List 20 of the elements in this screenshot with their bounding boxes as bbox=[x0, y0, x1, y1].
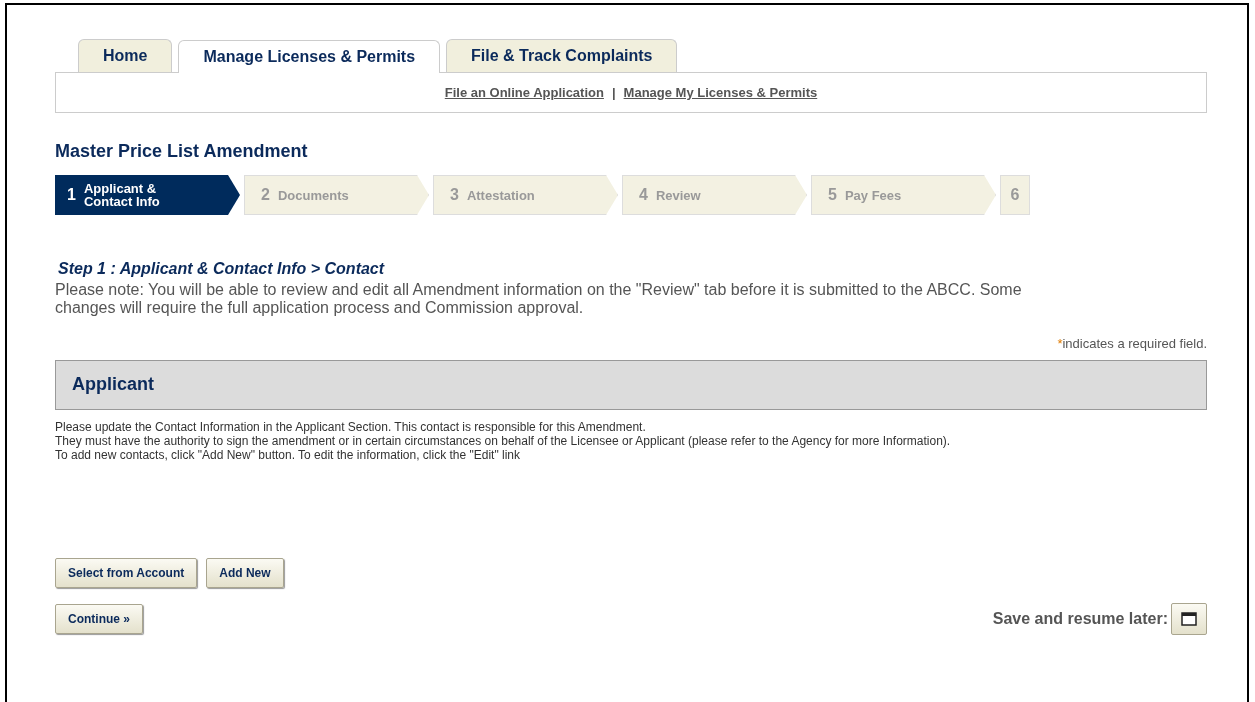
contact-button[interactable]: Add New bbox=[206, 557, 284, 588]
save-label: Save and resume later: bbox=[992, 608, 1168, 629]
note-text: Please note: You will be able to review and edit all Amendment information on the "Review" tab before it is submitted to the ABCC. Some changes will require the full application process and Commission approval. bbox=[55, 281, 1023, 317]
nav-tab[interactable]: File & Track Complaints bbox=[446, 39, 678, 72]
instruction-text: To add new contacts, click "Add New" button. To edit the information, click the "Edit" link bbox=[55, 447, 522, 462]
section-title: Applicant bbox=[72, 373, 154, 396]
continue-button[interactable]: Continue » bbox=[55, 603, 143, 634]
instruction-text: Please update the Contact Information in the Applicant Section. This contact is responsible for this Amendment. bbox=[55, 419, 647, 434]
page-title: Master Price List Amendment bbox=[55, 140, 309, 163]
instruction-text: They must have the authority to sign the amendment or in certain circumstances on behalf of the Licensee or Applicant (please refer to the Agency for more Information). bbox=[55, 433, 952, 448]
nav-tab[interactable]: Manage Licenses & Permits bbox=[178, 40, 441, 73]
save-button[interactable] bbox=[1171, 602, 1207, 635]
contact-button[interactable]: Select from Account bbox=[55, 557, 198, 588]
subnav-link[interactable]: Manage My Licenses & Permits bbox=[623, 82, 818, 103]
step-heading: Step 1 : Applicant & Contact Info > Contact bbox=[58, 259, 386, 279]
required-text: *indicates a required field. bbox=[1057, 335, 1207, 353]
nav-tab[interactable]: Home bbox=[78, 39, 173, 72]
window-icon bbox=[1181, 611, 1197, 626]
separator-text: | bbox=[611, 83, 616, 102]
subnav-link[interactable]: File an Online Application bbox=[444, 82, 604, 103]
